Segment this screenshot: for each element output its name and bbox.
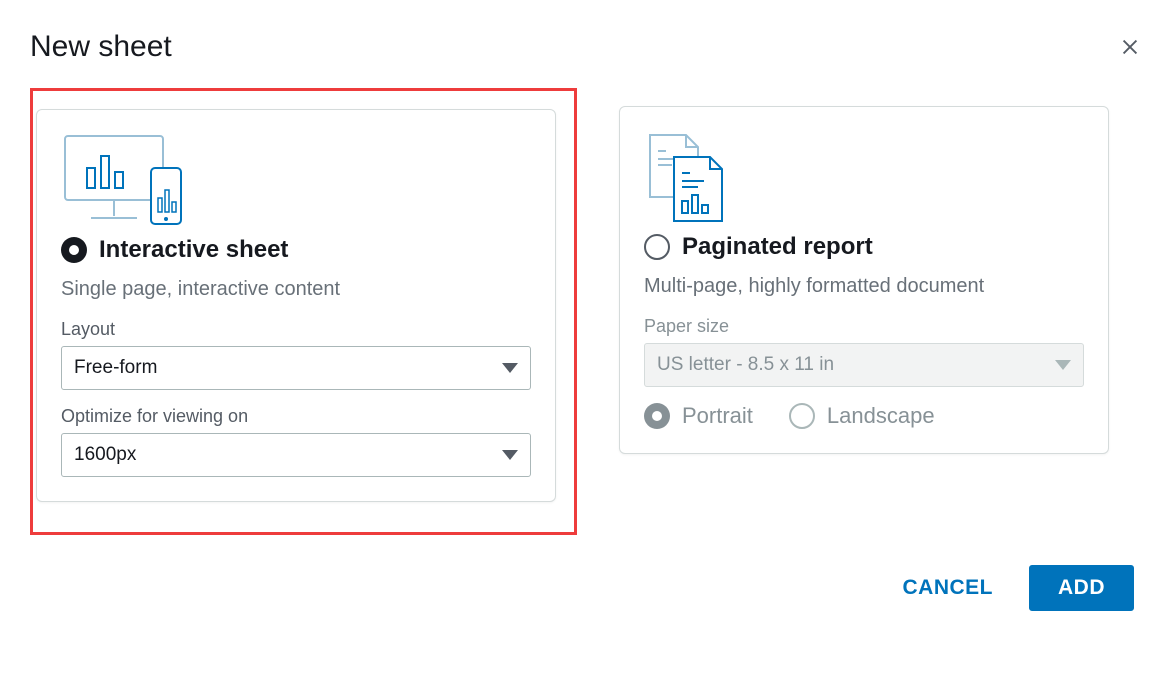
landscape-radio	[789, 403, 815, 429]
paper-size-select: US letter - 8.5 x 11 in	[644, 343, 1084, 387]
interactive-sheet-card[interactable]: Interactive sheet Single page, interacti…	[36, 109, 556, 502]
chevron-down-icon	[1055, 354, 1071, 376]
interactive-sheet-title: Interactive sheet	[99, 236, 288, 264]
close-icon	[1119, 36, 1141, 58]
close-button[interactable]	[1116, 33, 1144, 61]
chevron-down-icon	[502, 357, 518, 379]
chevron-down-icon	[502, 444, 518, 466]
dialog-title: New sheet	[30, 30, 172, 64]
add-button[interactable]: ADD	[1029, 565, 1134, 611]
paginated-report-card[interactable]: Paginated report Multi-page, highly form…	[619, 106, 1109, 454]
paginated-report-desc: Multi-page, highly formatted document	[644, 275, 1084, 298]
portrait-radio	[644, 403, 670, 429]
paper-size-label: Paper size	[644, 316, 1084, 337]
optimize-select[interactable]: 1600px	[61, 433, 531, 477]
landscape-label: Landscape	[827, 403, 935, 429]
layout-label: Layout	[61, 319, 531, 340]
interactive-sheet-icon	[61, 130, 531, 230]
highlight-annotation: Interactive sheet Single page, interacti…	[30, 88, 577, 535]
interactive-sheet-desc: Single page, interactive content	[61, 278, 531, 301]
paper-size-value: US letter - 8.5 x 11 in	[657, 354, 834, 376]
paginated-report-title: Paginated report	[682, 233, 873, 261]
cancel-button[interactable]: CANCEL	[887, 566, 1010, 610]
interactive-sheet-radio[interactable]	[61, 237, 87, 263]
portrait-label: Portrait	[682, 403, 753, 429]
optimize-value: 1600px	[74, 444, 136, 466]
landscape-option: Landscape	[789, 403, 935, 429]
layout-value: Free-form	[74, 357, 157, 379]
paginated-report-icon	[644, 127, 1084, 227]
layout-select[interactable]: Free-form	[61, 346, 531, 390]
optimize-label: Optimize for viewing on	[61, 406, 531, 427]
paginated-report-radio[interactable]	[644, 234, 670, 260]
portrait-option: Portrait	[644, 403, 753, 429]
